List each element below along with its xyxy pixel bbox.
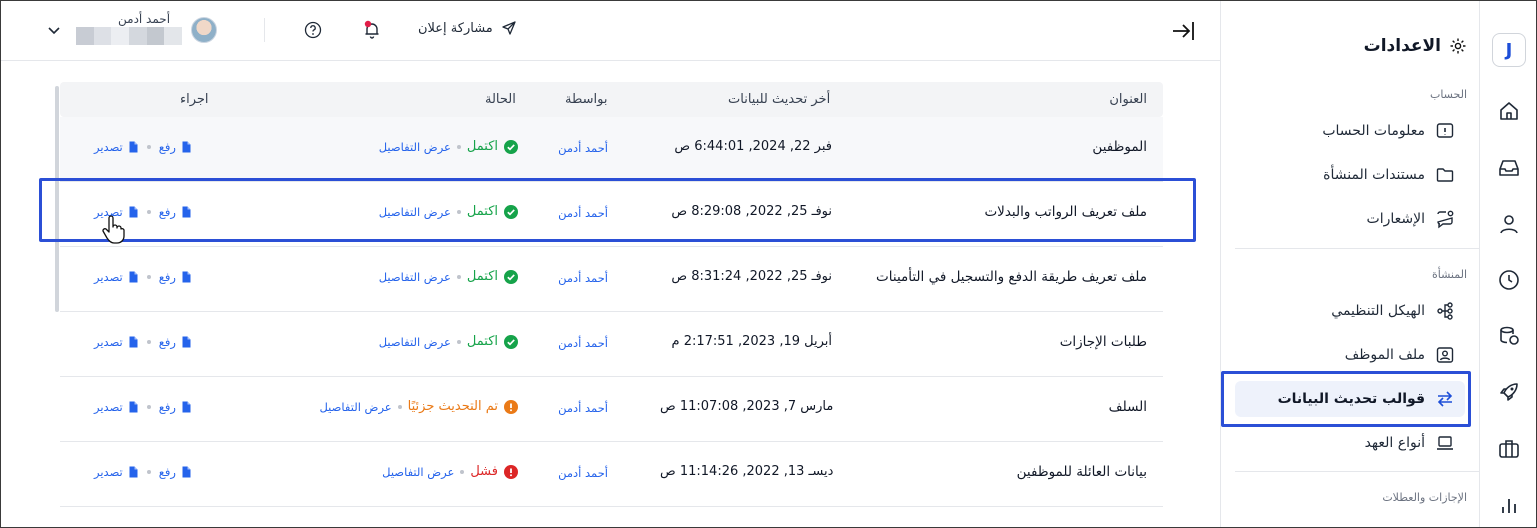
window-frame (0, 0, 1537, 528)
